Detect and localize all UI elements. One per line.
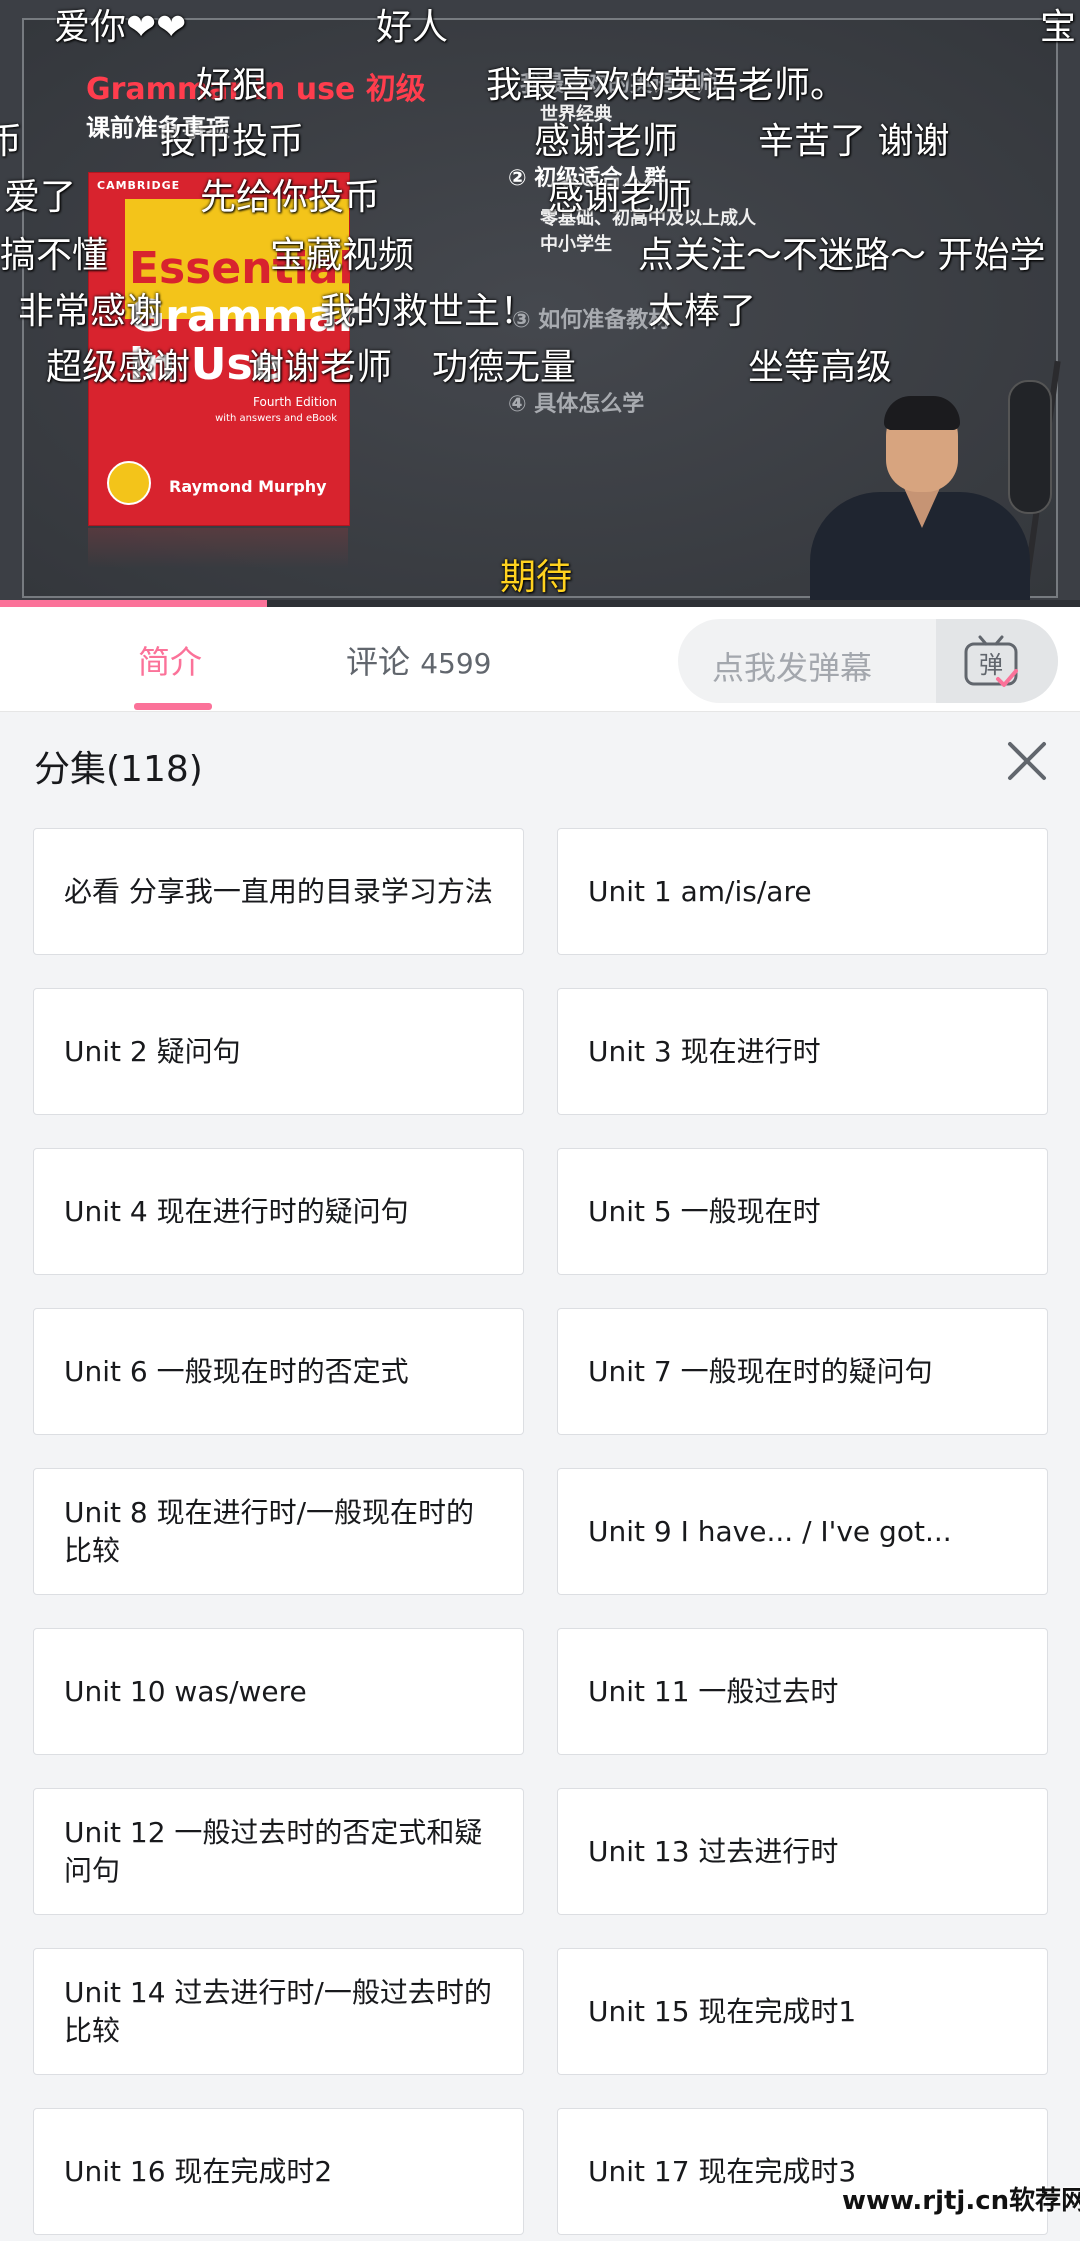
episode-label: Unit 3 现在进行时 — [588, 1034, 821, 1068]
danmaku-comment: 好狠 — [196, 65, 269, 106]
episode-item[interactable]: Unit 9 I have... / I've got... — [557, 1468, 1048, 1595]
episode-label: Unit 11 一般过去时 — [588, 1674, 839, 1708]
teacher-figure — [800, 396, 1040, 607]
tab-intro[interactable]: 简介 — [138, 637, 202, 683]
danmaku-comment: 点关注～不迷路～ 开始学 — [638, 235, 1046, 276]
danmaku-comment: 我的救世主！ — [320, 291, 537, 332]
episode-label: Unit 17 现在完成时3 — [588, 2154, 857, 2188]
danmaku-comment: 感谢老师 — [534, 121, 679, 162]
book-edition: Fourth Edition — [253, 395, 337, 409]
tab-active-indicator — [134, 703, 212, 710]
episode-item[interactable]: Unit 7 一般现在时的疑问句 — [557, 1308, 1048, 1435]
danmaku-comment: 宝藏视频 — [270, 235, 415, 276]
danmaku-toggle-button[interactable]: 弹 — [936, 619, 1058, 703]
danmaku-comment: 先给你投币 — [200, 177, 381, 218]
episode-item[interactable]: Unit 10 was/were — [33, 1628, 524, 1755]
danmaku-input[interactable]: 点我发弹幕 弹 — [678, 619, 1058, 703]
episode-label: 必看 分享我一直用的目录学习方法 — [64, 874, 493, 908]
danmaku-comment: 好人 — [376, 7, 449, 48]
danmaku-comment: 搞不懂 — [0, 235, 109, 276]
episode-item[interactable]: Unit 8 现在进行时/一般现在时的比较 — [33, 1468, 524, 1595]
danmaku-comment: 币 — [0, 121, 23, 162]
tab-comments-label: 评论 — [346, 643, 411, 681]
tab-comments-count: 4599 — [420, 647, 492, 680]
close-icon[interactable] — [1004, 738, 1050, 784]
danmaku-comment: 坐等高级 — [748, 347, 893, 388]
episode-item[interactable]: Unit 6 一般现在时的否定式 — [33, 1308, 524, 1435]
episode-label: Unit 4 现在进行时的疑问句 — [64, 1194, 409, 1228]
episode-item[interactable]: Unit 14 过去进行时/一般过去时的比较 — [33, 1948, 524, 2075]
danmaku-comment: 爱你❤❤ — [54, 7, 187, 48]
episode-item[interactable]: Unit 12 一般过去时的否定式和疑问句 — [33, 1788, 524, 1915]
episode-label: Unit 14 过去进行时/一般过去时的比较 — [64, 1975, 492, 2047]
episode-item[interactable]: Unit 11 一般过去时 — [557, 1628, 1048, 1755]
slide-note-3: 中小学生 — [540, 234, 612, 255]
episode-label: Unit 2 疑问句 — [64, 1034, 241, 1068]
episode-label: Unit 1 am/is/are — [588, 874, 812, 908]
episode-label: Unit 6 一般现在时的否定式 — [64, 1354, 409, 1388]
danmaku-tv-icon: 弹 — [964, 635, 1018, 687]
danmaku-comment: 期待 — [500, 557, 573, 598]
video-player[interactable]: Grammar in use 初级 课前准备事项 我最喜欢的英语老师 世界经典 … — [0, 0, 1080, 607]
slide-item-4: ④ 具体怎么学 — [508, 392, 645, 417]
episode-item[interactable]: 必看 分享我一直用的目录学习方法 — [33, 828, 524, 955]
episode-label: Unit 9 I have... / I've got... — [588, 1514, 952, 1548]
episode-label: Unit 8 现在进行时/一般现在时的比较 — [64, 1495, 475, 1567]
tab-comments[interactable]: 评论 4599 — [346, 637, 491, 683]
episode-item[interactable]: Unit 3 现在进行时 — [557, 988, 1048, 1115]
episode-label: Unit 10 was/were — [64, 1674, 307, 1708]
danmaku-comment: 谢谢老师 — [248, 347, 393, 388]
danmaku-comment: 爱了 — [4, 177, 77, 218]
episode-label: Unit 16 现在完成时2 — [64, 2154, 333, 2188]
danmaku-comment: 宝 — [1040, 7, 1077, 48]
progress-fill — [0, 600, 267, 607]
episode-item[interactable]: Unit 16 现在完成时2 — [33, 2108, 524, 2235]
danmaku-button-glyph: 弹 — [979, 651, 1003, 679]
tab-bar: 简介 评论 4599 点我发弹幕 弹 — [0, 607, 1080, 712]
episode-item[interactable]: Unit 2 疑问句 — [33, 988, 524, 1115]
danmaku-comment: 太棒了 — [648, 291, 757, 332]
danmaku-comment: 非常感谢 — [18, 291, 163, 332]
danmaku-placeholder: 点我发弹幕 — [712, 649, 873, 687]
episode-item[interactable]: Unit 5 一般现在时 — [557, 1148, 1048, 1275]
danmaku-comment: 感谢老师 — [548, 177, 693, 218]
episode-label: Unit 13 过去进行时 — [588, 1834, 839, 1868]
episodes-title: 分集(118) — [34, 749, 203, 790]
episode-label: Unit 12 一般过去时的否定式和疑问句 — [64, 1815, 483, 1887]
episode-item[interactable]: Unit 1 am/is/are — [557, 828, 1048, 955]
episode-item[interactable]: Unit 13 过去进行时 — [557, 1788, 1048, 1915]
book-edition-note: with answers and eBook — [215, 413, 337, 424]
book-author: Raymond Murphy — [169, 477, 327, 496]
cambridge-seal-icon — [107, 461, 151, 505]
site-watermark: www.rjtj.cn软荐网 — [842, 2186, 1080, 2216]
book-publisher: CAMBRIDGE — [97, 179, 181, 192]
episode-grid: 必看 分享我一直用的目录学习方法 Unit 1 am/is/are Unit 2… — [33, 828, 1048, 2235]
book-reflection — [88, 528, 348, 568]
danmaku-comment: 投币投币 — [160, 121, 305, 162]
episode-item[interactable]: Unit 4 现在进行时的疑问句 — [33, 1148, 524, 1275]
danmaku-comment: 辛苦了 谢谢 — [758, 121, 950, 162]
episode-item[interactable]: Unit 15 现在完成时1 — [557, 1948, 1048, 2075]
episode-label: Unit 7 一般现在时的疑问句 — [588, 1354, 933, 1388]
episode-label: Unit 15 现在完成时1 — [588, 1994, 857, 2028]
danmaku-comment: 功德无量 — [432, 347, 577, 388]
episode-label: Unit 5 一般现在时 — [588, 1194, 821, 1228]
danmaku-comment: 我最喜欢的英语老师。 — [486, 65, 847, 106]
danmaku-comment: 超级感谢 — [46, 347, 191, 388]
